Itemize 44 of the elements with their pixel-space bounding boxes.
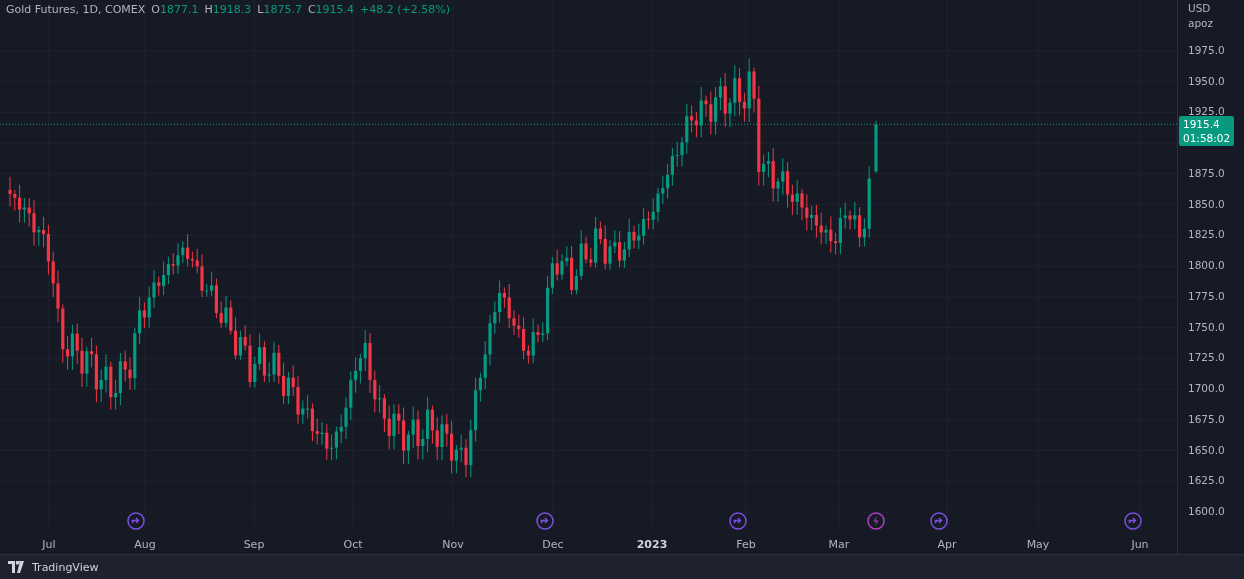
price-tick: 1750.0	[1188, 320, 1225, 333]
price-tick: 1925.0	[1188, 105, 1225, 118]
price-tick: 1800.0	[1188, 259, 1225, 272]
price-tick: 1950.0	[1188, 74, 1225, 87]
price-tick: 1725.0	[1188, 351, 1225, 364]
price-tick: 1675.0	[1188, 412, 1225, 425]
time-tick: Feb	[736, 538, 756, 551]
ohlc-value: H1918.3	[204, 3, 252, 16]
time-tick: 2023	[636, 538, 668, 551]
time-tick: May	[1026, 538, 1050, 551]
lightning-icon[interactable]	[867, 512, 885, 530]
ohlc-value: L1875.7	[257, 3, 302, 16]
time-tick: Sep	[243, 538, 265, 551]
time-tick: Mar	[828, 538, 850, 551]
price-tick: 1600.0	[1188, 505, 1225, 517]
price-tick: 1875.0	[1188, 166, 1225, 179]
price-tick: 1700.0	[1188, 382, 1225, 395]
price-tick: 1775.0	[1188, 289, 1225, 302]
rollover-icon[interactable]	[1124, 512, 1142, 530]
price-tick: 1975.0	[1188, 44, 1225, 56]
price-tick: 1625.0	[1188, 474, 1225, 487]
ohlc-value: O1877.1	[151, 3, 199, 16]
rollover-icon[interactable]	[930, 512, 948, 530]
rollover-icon[interactable]	[729, 512, 747, 530]
brand-name: TradingView	[32, 560, 99, 574]
time-tick: Aug	[134, 538, 156, 551]
last-price: 1915.4	[1183, 117, 1221, 131]
ohlc-value: C1915.4	[307, 3, 355, 16]
time-tick: Apr	[937, 538, 957, 551]
rollover-icon[interactable]	[127, 512, 145, 530]
time-tick: Jun	[1131, 538, 1149, 551]
price-tick: 1825.0	[1188, 228, 1225, 241]
time-tick: Nov	[442, 538, 464, 551]
time-tick: Jul	[42, 538, 56, 551]
unit-label: apoz	[1188, 17, 1214, 29]
symbol-title: Gold Futures, 1D, COMEX	[6, 3, 146, 16]
time-tick: Dec	[542, 538, 564, 551]
rollover-icon[interactable]	[536, 512, 554, 530]
currency-label: USD	[1188, 2, 1211, 14]
time-tick: Oct	[343, 538, 363, 551]
price-tick: 1650.0	[1188, 443, 1225, 456]
price-change: +48.2 (+2.58%)	[360, 3, 451, 16]
price-tick: 1850.0	[1188, 197, 1225, 210]
bar-countdown: 01:58:02	[1183, 131, 1231, 145]
